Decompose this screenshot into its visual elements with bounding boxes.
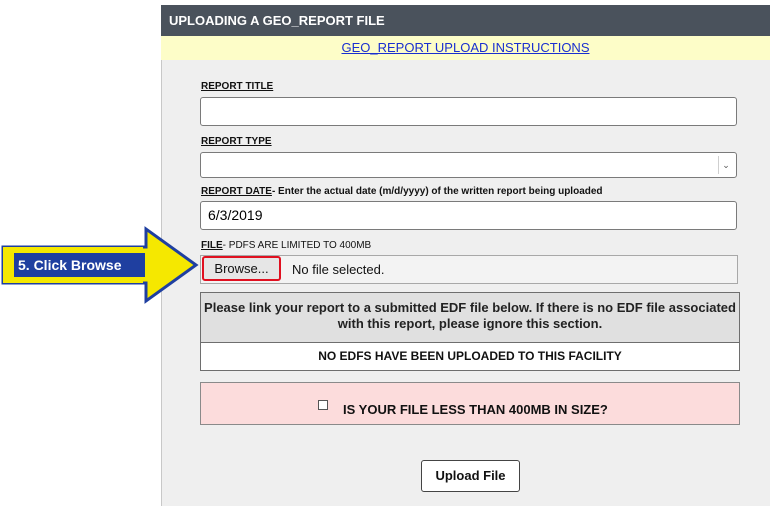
edf-section: Please link your report to a submitted E… — [200, 292, 740, 371]
report-date-hint: - Enter the actual date (m/d/yyyy) of th… — [271, 186, 603, 197]
page-title: UPLOADING A GEO_REPORT FILE — [161, 5, 770, 36]
edf-message: Please link your report to a submitted E… — [201, 293, 739, 343]
size-check-label: IS YOUR FILE LESS THAN 400MB IN SIZE? — [343, 402, 608, 417]
file-label: FILE — [201, 240, 223, 251]
upload-instructions-link[interactable]: GEO_REPORT UPLOAD INSTRUCTIONS — [341, 40, 589, 55]
report-date-label: REPORT DATE — [201, 186, 272, 197]
report-date-label-row: REPORT DATE - Enter the actual date (m/d… — [201, 186, 603, 197]
browse-button[interactable]: Browse... — [202, 256, 281, 281]
instructions-bar: GEO_REPORT UPLOAD INSTRUCTIONS — [161, 36, 770, 60]
upload-file-button[interactable]: Upload File — [421, 460, 520, 492]
file-status: No file selected. — [292, 262, 385, 277]
size-check-box: IS YOUR FILE LESS THAN 400MB IN SIZE? — [200, 382, 740, 425]
callout-label: 5. Click Browse — [18, 257, 122, 273]
file-label-row: FILE - PDFS ARE LIMITED TO 400MB — [201, 240, 371, 251]
report-title-label: REPORT TITLE — [201, 81, 274, 92]
file-hint: - PDFS ARE LIMITED TO 400MB — [222, 240, 372, 251]
report-type-select[interactable]: ⌄ — [200, 152, 737, 178]
edf-empty-notice: NO EDFS HAVE BEEN UPLOADED TO THIS FACIL… — [318, 349, 622, 363]
chevron-down-icon: ⌄ — [718, 156, 733, 174]
report-title-input[interactable] — [200, 97, 737, 126]
report-type-label: REPORT TYPE — [201, 136, 272, 147]
report-date-input[interactable]: 6/3/2019 — [200, 201, 737, 230]
size-checkbox[interactable] — [318, 400, 328, 410]
